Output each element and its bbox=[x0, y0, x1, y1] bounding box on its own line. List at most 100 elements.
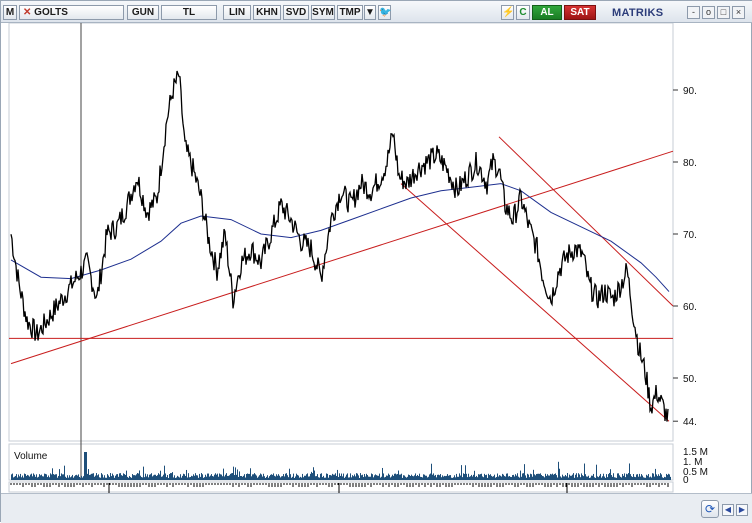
symbol-label: GOLTS bbox=[34, 7, 68, 18]
chevron-down-icon[interactable]: ▼ bbox=[364, 5, 376, 20]
volume-bar bbox=[76, 474, 77, 480]
volume-bar bbox=[404, 475, 405, 480]
twitter-icon[interactable]: 🐦 bbox=[378, 5, 391, 20]
volume-bar bbox=[132, 474, 133, 480]
buy-button[interactable]: AL bbox=[532, 5, 562, 20]
volume-bar bbox=[180, 474, 181, 480]
volume-bar bbox=[139, 470, 140, 480]
volume-bar bbox=[351, 477, 352, 480]
volume-bar bbox=[545, 473, 546, 480]
volume-bar bbox=[528, 474, 529, 480]
volume-bar bbox=[47, 477, 48, 480]
volume-bar bbox=[335, 473, 336, 480]
volume-bar bbox=[274, 475, 275, 480]
volume-bar bbox=[156, 475, 157, 480]
price-axis: 90. 80. 70. 60. 50. 44. bbox=[673, 86, 697, 428]
volume-bar bbox=[566, 476, 567, 480]
volume-bar bbox=[501, 476, 502, 480]
volume-bar bbox=[514, 476, 515, 480]
volume-bar bbox=[302, 473, 303, 480]
volume-bar bbox=[268, 477, 269, 480]
sell-button[interactable]: SAT bbox=[564, 5, 596, 20]
volume-bar bbox=[400, 474, 401, 480]
symbol-field[interactable]: ✕ GOLTS bbox=[19, 5, 124, 20]
volume-bar bbox=[327, 473, 328, 480]
scroll-left-button[interactable]: ◀ bbox=[722, 504, 734, 516]
volume-bar bbox=[568, 477, 569, 480]
volume-bar bbox=[539, 473, 540, 480]
khn-button[interactable]: KHN bbox=[253, 5, 281, 20]
volume-bar bbox=[208, 473, 209, 480]
volume-bar bbox=[488, 473, 489, 480]
volume-bar bbox=[277, 475, 278, 480]
volume-bar bbox=[280, 477, 281, 480]
volume-bar bbox=[638, 476, 639, 480]
tmp-button[interactable]: TMP bbox=[337, 5, 363, 20]
scale-lin-button[interactable]: LIN bbox=[223, 5, 251, 20]
volume-bar bbox=[456, 473, 457, 480]
volume-bar bbox=[62, 474, 63, 480]
volume-bar bbox=[615, 477, 616, 480]
volume-bar bbox=[281, 476, 282, 480]
volume-bar bbox=[562, 474, 563, 480]
volume-bar bbox=[118, 476, 119, 480]
price-tick-label: 80. bbox=[683, 158, 697, 169]
volume-bar bbox=[306, 474, 307, 480]
close-icon[interactable]: × bbox=[732, 6, 745, 19]
volume-bar bbox=[339, 473, 340, 480]
volume-bar bbox=[26, 475, 27, 480]
volume-bar bbox=[441, 477, 442, 480]
volume-bar bbox=[471, 474, 472, 480]
volume-bar bbox=[153, 475, 154, 480]
volume-bar bbox=[60, 476, 61, 480]
volume-bar bbox=[290, 474, 291, 480]
volume-bar bbox=[523, 473, 524, 480]
volume-bar bbox=[569, 474, 570, 480]
scroll-right-button[interactable]: ▶ bbox=[736, 504, 748, 516]
restore-icon[interactable]: o bbox=[702, 6, 715, 19]
volume-bar bbox=[513, 474, 514, 480]
volume-bar bbox=[204, 477, 205, 480]
volume-bar bbox=[410, 475, 411, 480]
volume-bar bbox=[142, 477, 143, 480]
volume-bar bbox=[505, 476, 506, 480]
volume-bar bbox=[661, 474, 662, 480]
volume-bar bbox=[668, 473, 669, 480]
period-button[interactable]: GUN bbox=[127, 5, 159, 20]
volume-bar bbox=[544, 477, 545, 480]
volume-bar bbox=[20, 473, 21, 480]
volume-bar bbox=[189, 477, 190, 480]
volume-bar bbox=[665, 477, 666, 480]
volume-bar bbox=[181, 477, 182, 480]
volume-bar bbox=[330, 475, 331, 480]
volume-bar bbox=[74, 476, 75, 480]
volume-bar bbox=[79, 476, 80, 480]
currency-button[interactable]: TL bbox=[161, 5, 217, 20]
close-symbol-icon[interactable]: ✕ bbox=[23, 7, 31, 18]
volume-bar bbox=[97, 475, 98, 480]
volume-bar bbox=[585, 474, 586, 480]
lightning-icon[interactable]: ⚡ bbox=[501, 5, 514, 20]
volume-bar bbox=[199, 473, 200, 480]
volume-bar bbox=[304, 475, 305, 480]
volume-bar bbox=[225, 474, 226, 480]
volume-bar bbox=[444, 475, 445, 480]
volume-bar bbox=[143, 466, 144, 480]
refresh-small-button[interactable]: C bbox=[516, 5, 530, 20]
volume-bar bbox=[537, 473, 538, 480]
minimize-icon[interactable]: - bbox=[687, 6, 700, 19]
volume-bar bbox=[206, 476, 207, 480]
volume-bar bbox=[187, 477, 188, 480]
svd-button[interactable]: SVD bbox=[283, 5, 309, 20]
maximize-icon[interactable]: □ bbox=[717, 6, 730, 19]
sym-button[interactable]: SYM bbox=[311, 5, 335, 20]
volume-bar bbox=[464, 473, 465, 480]
app-icon[interactable]: M bbox=[3, 5, 17, 20]
refresh-icon[interactable]: ⟳ bbox=[701, 500, 719, 518]
volume-bar bbox=[515, 474, 516, 480]
volume-bar bbox=[25, 474, 26, 480]
price-chart[interactable]: 90. 80. 70. 60. 50. 44. Volume 1.5 M1. M0.5 M… bbox=[1, 23, 752, 493]
volume-bar bbox=[48, 475, 49, 480]
volume-bar bbox=[573, 473, 574, 480]
volume-bar bbox=[167, 475, 168, 480]
